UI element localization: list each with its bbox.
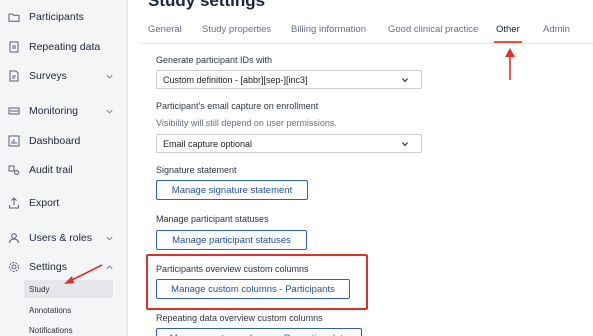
annotation-arrow-study xyxy=(60,262,106,288)
chevron-down-icon xyxy=(401,76,409,84)
chevron-down-icon xyxy=(401,140,409,148)
active-tab-indicator xyxy=(494,41,522,43)
tab-general[interactable]: General xyxy=(148,24,182,35)
tab-billing-information[interactable]: Billing information xyxy=(291,24,366,35)
export-icon xyxy=(8,197,20,209)
sidebar-item-export[interactable]: Export xyxy=(0,189,128,217)
manage-signature-statement-button[interactable]: Manage signature statement xyxy=(156,180,308,200)
monitor-icon xyxy=(8,105,20,117)
document-icon xyxy=(8,41,20,53)
signature-statement-label: Signature statement xyxy=(156,165,237,175)
chevron-down-icon xyxy=(105,234,114,243)
sidebar-item-label: Export xyxy=(29,197,60,209)
tab-other[interactable]: Other xyxy=(496,24,520,35)
tab-study-properties[interactable]: Study properties xyxy=(202,24,271,35)
participant-ids-value: Custom definition - [abbr][sep-][inc3] xyxy=(163,74,308,85)
manage-custom-columns-participants-button[interactable]: Manage custom columns - Participants xyxy=(156,279,350,299)
sidebar-subitem-annotations[interactable]: Annotations xyxy=(24,301,113,319)
sidebar-item-monitoring[interactable]: Monitoring xyxy=(0,97,128,125)
email-capture-value: Email capture optional xyxy=(163,138,253,149)
sidebar-item-label: Audit trail xyxy=(29,164,73,176)
sidebar-item-label: Users & roles xyxy=(29,232,93,244)
sidebar-item-dashboard[interactable]: Dashboard xyxy=(0,127,128,155)
participant-ids-label: Generate participant IDs with xyxy=(156,55,273,65)
sidebar-item-audit-trail[interactable]: Audit trail xyxy=(0,156,128,184)
chevron-up-icon xyxy=(105,263,114,272)
user-icon xyxy=(8,232,20,244)
sidebar-item-label: Repeating data xyxy=(29,41,101,53)
sidebar-item-repeating-data[interactable]: Repeating data xyxy=(0,33,128,61)
annotation-arrow-other-tab xyxy=(503,47,517,81)
manage-participant-statuses-button[interactable]: Manage participant statuses xyxy=(156,230,307,250)
sidebar-subitem-notifications[interactable]: Notifications xyxy=(24,321,113,336)
chevron-down-icon xyxy=(105,107,114,116)
sidebar-item-label: Participants xyxy=(29,11,84,23)
sidebar-item-participants[interactable]: Participants xyxy=(0,3,128,31)
chevron-down-icon xyxy=(105,72,114,81)
email-capture-label: Participant's email capture on enrollmen… xyxy=(156,101,319,111)
email-capture-hint: Visibility will still depend on user per… xyxy=(156,118,337,128)
email-capture-select[interactable]: Email capture optional xyxy=(156,134,422,153)
participant-ids-select[interactable]: Custom definition - [abbr][sep-][inc3] xyxy=(156,70,422,89)
participants-overview-columns-label: Participants overview custom columns xyxy=(156,264,309,274)
sidebar-item-surveys[interactable]: Surveys xyxy=(0,62,128,90)
audit-icon xyxy=(8,164,20,176)
sidebar-item-label: Surveys xyxy=(29,70,67,82)
page-title: Study settings xyxy=(148,0,266,10)
manage-custom-columns-repeating-data-button[interactable]: Manage custom columns - Repeating data xyxy=(156,328,362,336)
tabs-divider xyxy=(140,43,593,44)
survey-icon xyxy=(8,70,20,82)
participant-statuses-label: Manage participant statuses xyxy=(156,214,269,224)
tab-admin[interactable]: Admin xyxy=(543,24,570,35)
sidebar-item-label: Monitoring xyxy=(29,105,79,117)
sidebar-item-users-roles[interactable]: Users & roles xyxy=(0,224,128,252)
repeating-data-columns-label: Repeating data overview custom columns xyxy=(156,313,323,323)
sidebar-item-label: Dashboard xyxy=(29,135,81,147)
chart-icon xyxy=(8,135,20,147)
tab-good-clinical-practice[interactable]: Good clinical practice xyxy=(388,24,478,35)
gear-icon xyxy=(8,261,20,273)
folder-icon xyxy=(8,11,20,23)
